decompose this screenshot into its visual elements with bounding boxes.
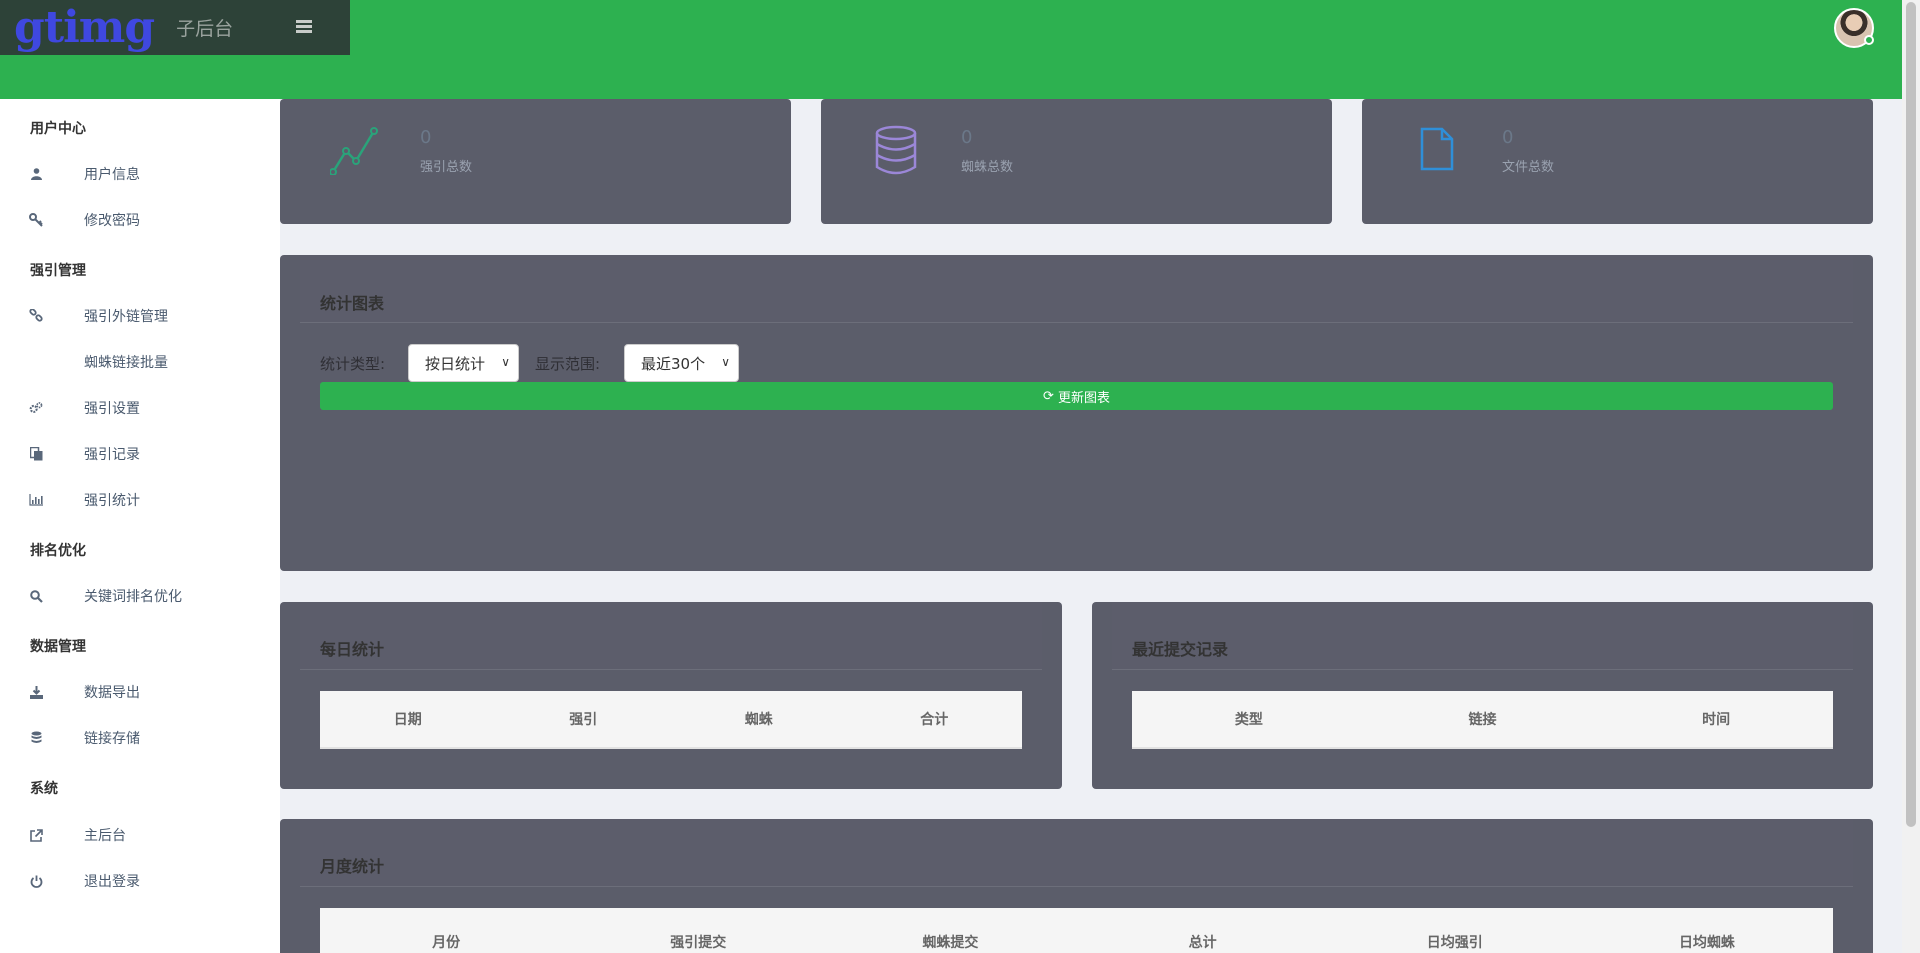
stat-value: 0 (420, 127, 432, 148)
link-icon (29, 309, 43, 323)
search-icon (29, 589, 43, 603)
page-scrollbar[interactable] (1902, 0, 1920, 953)
sidebar-section-user: 用户中心 (30, 121, 86, 137)
stat-label: 文件总数 (1502, 160, 1555, 175)
download-icon (29, 685, 43, 699)
column-header-daily-avg-qiangyin: 日均强引 (1426, 935, 1483, 951)
bar-chart-icon (29, 493, 43, 507)
panel-header: 统计图表 (300, 255, 1853, 323)
recent-records-panel: 最近提交记录 类型 链接 时间 (1092, 602, 1873, 789)
column-header-total: 合计 (920, 712, 949, 728)
sidebar-item-main-admin[interactable]: 主后台 (0, 815, 280, 855)
sidebar-item-export[interactable]: 数据导出 (0, 672, 280, 712)
column-header-time: 时间 (1702, 712, 1731, 728)
stat-card-file: 0 文件总数 (1362, 99, 1873, 224)
sidebar-section-qiangyin: 强引管理 (30, 263, 86, 279)
brand-logo[interactable]: gtimg (14, 0, 155, 55)
column-header-date: 日期 (393, 712, 422, 728)
power-icon (29, 874, 43, 888)
recent-table-header: 类型 链接 时间 (1132, 691, 1833, 749)
sidebar-item-label: 链接存储 (84, 731, 140, 747)
update-chart-label: 更新图表 (1057, 390, 1110, 406)
stat-type-label: 统计类型: (320, 355, 386, 373)
panel-title: 月度统计 (320, 857, 385, 876)
daily-stats-panel: 每日统计 日期 强引 蜘蛛 合计 (280, 602, 1062, 789)
sidebar-item-change-password[interactable]: 修改密码 (0, 200, 280, 240)
panel-title: 最近提交记录 (1132, 640, 1229, 659)
panel-header: 月度统计 (300, 819, 1853, 887)
sidebar-section-ranking: 排名优化 (30, 543, 86, 559)
range-select[interactable]: 最近30个 ∨ (624, 344, 739, 382)
scrollbar-thumb[interactable] (1906, 2, 1916, 827)
key-icon (29, 213, 43, 227)
refresh-icon: ⟳ (1043, 388, 1054, 404)
brand-subtitle: 子后台 (176, 18, 234, 40)
sidebar-item-spider-batch[interactable]: 蜘蛛链接批量 (0, 342, 280, 382)
update-chart-button[interactable]: ⟳ 更新图表 (320, 382, 1833, 410)
database-icon (875, 125, 917, 179)
sidebar-item-label: 主后台 (84, 828, 126, 844)
sidebar-item-label: 强引记录 (84, 447, 140, 463)
copy-icon (29, 447, 43, 461)
panel-header: 每日统计 (300, 602, 1042, 670)
sidebar-item-label: 退出登录 (84, 874, 140, 890)
sidebar-item-logout[interactable]: 退出登录 (0, 861, 280, 901)
sidebar-item-label: 强引统计 (84, 493, 140, 509)
stat-label: 强引总数 (420, 160, 473, 175)
sidebar-item-link-manage[interactable]: 强引外链管理 (0, 296, 280, 336)
sidebar: 用户中心 用户信息 修改密码 强引管理 强引外链管理 蜘蛛链接批量 强引设置 强… (0, 99, 280, 953)
column-header-spider: 蜘蛛 (744, 712, 773, 728)
sidebar-item-label: 强引设置 (84, 401, 140, 417)
stat-type-select[interactable]: 按日统计 ∨ (408, 344, 519, 382)
sidebar-item-keyword-ranking[interactable]: 关键词排名优化 (0, 576, 280, 616)
monthly-table-header: 月份 强引提交 蜘蛛提交 总计 日均强引 日均蜘蛛 (320, 908, 1833, 953)
sidebar-item-label: 修改密码 (84, 213, 140, 229)
chevron-down-icon: ∨ (721, 355, 730, 369)
sidebar-item-statistics[interactable]: 强引统计 (0, 480, 280, 520)
column-header-link: 链接 (1468, 712, 1497, 728)
range-label: 显示范围: (535, 355, 601, 373)
sidebar-section-system: 系统 (30, 781, 58, 797)
sidebar-item-settings[interactable]: 强引设置 (0, 388, 280, 428)
column-header-month: 月份 (432, 935, 461, 951)
database-icon (29, 731, 43, 745)
external-link-icon (29, 828, 43, 842)
menu-toggle-icon[interactable] (296, 18, 312, 36)
monthly-stats-panel: 月度统计 月份 强引提交 蜘蛛提交 总计 日均强引 日均蜘蛛 (280, 819, 1873, 953)
sidebar-item-user-info[interactable]: 用户信息 (0, 154, 280, 194)
column-header-type: 类型 (1234, 712, 1263, 728)
sidebar-item-label: 数据导出 (84, 685, 140, 701)
sidebar-item-label: 强引外链管理 (84, 309, 168, 325)
select-value: 最近30个 (641, 354, 706, 373)
sidebar-item-label: 用户信息 (84, 167, 140, 183)
sidebar-item-label: 蜘蛛链接批量 (84, 355, 168, 371)
column-header-daily-avg-spider: 日均蜘蛛 (1678, 935, 1735, 951)
stat-value: 0 (1502, 127, 1514, 148)
chevron-down-icon: ∨ (501, 355, 510, 369)
stat-card-qiangyin: 0 强引总数 (280, 99, 791, 224)
column-header-total: 总计 (1188, 935, 1217, 951)
column-header-qiangyin: 强引 (569, 712, 598, 728)
brand-area: gtimg 子后台 (0, 0, 350, 55)
sidebar-item-records[interactable]: 强引记录 (0, 434, 280, 474)
chart-panel: 统计图表 (280, 255, 1873, 571)
stat-value: 0 (961, 127, 973, 148)
line-chart-icon (329, 127, 378, 179)
online-status-dot (1864, 35, 1874, 45)
sidebar-item-label: 关键词排名优化 (84, 589, 182, 605)
stat-card-spider: 0 蜘蛛总数 (821, 99, 1332, 224)
select-value: 按日统计 (425, 354, 486, 373)
column-header-spider-submit: 蜘蛛提交 (922, 935, 979, 951)
user-icon (29, 167, 43, 181)
file-icon (1420, 127, 1454, 175)
sidebar-section-data: 数据管理 (30, 639, 86, 655)
gears-icon (29, 401, 43, 415)
sidebar-item-link-storage[interactable]: 链接存储 (0, 718, 280, 758)
panel-header: 最近提交记录 (1112, 602, 1853, 670)
panel-title: 统计图表 (320, 294, 385, 313)
daily-table-header: 日期 强引 蜘蛛 合计 (320, 691, 1022, 749)
panel-title: 每日统计 (320, 640, 385, 659)
column-header-qiangyin-submit: 强引提交 (670, 935, 727, 951)
stat-label: 蜘蛛总数 (961, 160, 1014, 175)
